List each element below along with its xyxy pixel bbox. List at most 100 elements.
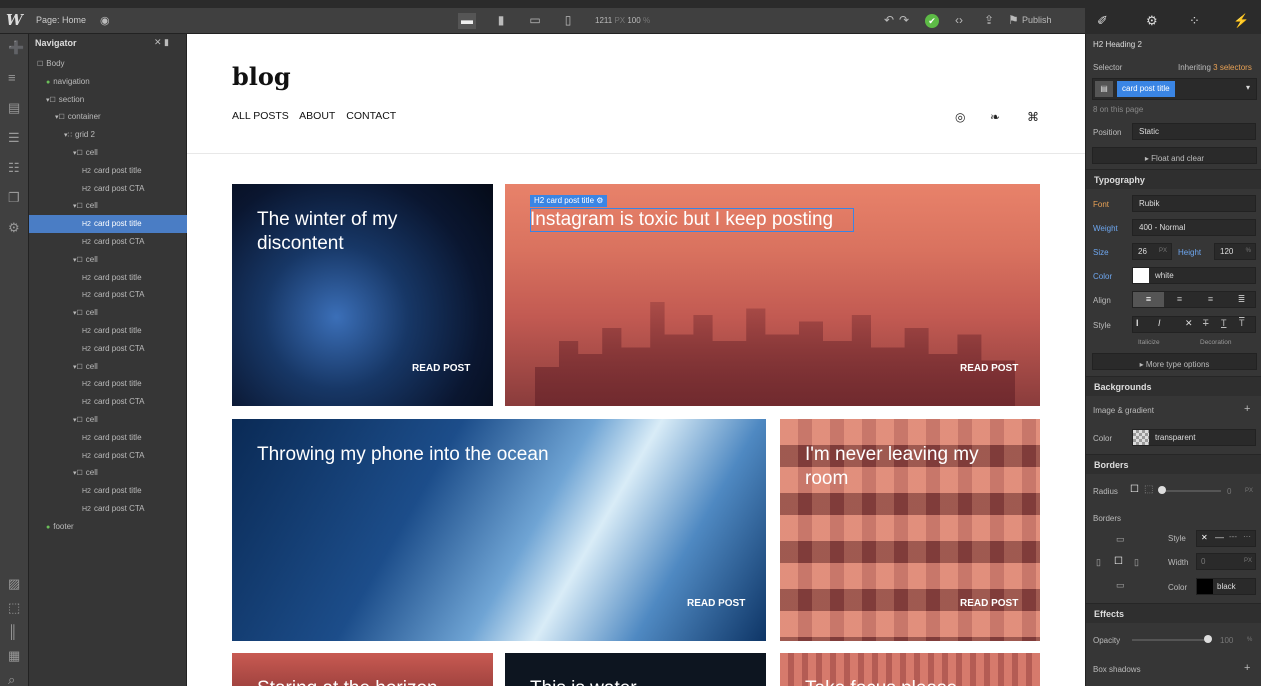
tab-style-brush-icon[interactable]: ✐ <box>1097 13 1108 29</box>
selector-field[interactable]: ▤ card post title ▾ <box>1092 78 1257 100</box>
card-post-cta[interactable]: READ POST <box>960 363 1018 374</box>
navigator-node[interactable]: ▾☐ cell <box>29 251 187 269</box>
navigator-node[interactable]: ▾☐ container <box>29 108 187 126</box>
tab-interactions-bolt-icon[interactable]: ⚡ <box>1233 13 1249 29</box>
border-all-icon[interactable]: ☐ <box>1114 556 1123 567</box>
navigator-node[interactable]: ▾☐ cell <box>29 304 187 322</box>
section-backgrounds[interactable]: Backgrounds <box>1086 376 1261 396</box>
more-type-options-toggle[interactable]: ▸ More type options <box>1092 353 1257 370</box>
strikethrough-icon[interactable]: T <box>1203 318 1209 328</box>
card-post-cta[interactable]: READ POST <box>960 598 1018 609</box>
border-left-icon[interactable]: ▯ <box>1096 557 1101 568</box>
navigator-node[interactable]: H2 card post CTA <box>29 393 187 411</box>
navigator-node[interactable]: ▾☐ cell <box>29 358 187 376</box>
navigator-node[interactable]: H2 card post CTA <box>29 340 187 358</box>
desktop-breakpoint-icon[interactable]: ▬ <box>458 13 476 29</box>
radius-individual-icon[interactable]: ⬚ <box>1144 484 1153 495</box>
post-card[interactable]: Throwing my phone into the ocean READ PO… <box>232 419 766 641</box>
post-card[interactable]: I'm never leaving my room READ POST <box>780 419 1040 641</box>
selected-element-chip[interactable]: H2 card post title ⚙ <box>530 195 608 207</box>
navigator-node[interactable]: H2 card post title <box>29 269 187 287</box>
border-bottom-icon[interactable]: ▭ <box>1116 580 1125 591</box>
card-post-cta[interactable]: READ POST <box>412 363 470 374</box>
decoration-none-icon[interactable]: ✕ <box>1185 318 1193 329</box>
navigator-node[interactable]: ▾☐ cell <box>29 197 187 215</box>
bg-color-swatch[interactable] <box>1133 430 1149 445</box>
tab-settings-gear-icon[interactable]: ⚙ <box>1146 13 1158 29</box>
navigator-node[interactable]: ▾☐ cell <box>29 144 187 162</box>
assets-icon[interactable]: ❐ <box>8 190 20 206</box>
add-box-shadow-icon[interactable]: + <box>1244 662 1250 674</box>
post-card[interactable]: Staring at the horizon <box>232 653 493 686</box>
webflow-logo[interactable]: W <box>6 11 28 31</box>
radius-value[interactable]: 0 <box>1227 487 1231 496</box>
border-right-icon[interactable]: ▯ <box>1134 557 1139 568</box>
navigator-node[interactable]: H2 card post CTA <box>29 180 187 198</box>
radius-all-icon[interactable]: ☐ <box>1130 484 1139 495</box>
cms-icon[interactable]: ☰ <box>8 130 20 146</box>
align-left-icon[interactable]: ≡ <box>1133 292 1164 307</box>
navigator-node[interactable]: ● footer <box>29 518 187 536</box>
border-color-swatch[interactable] <box>1197 579 1213 594</box>
weight-select[interactable]: 400 - Normal <box>1132 219 1256 236</box>
color-swatch[interactable] <box>1133 268 1149 283</box>
navigator-node[interactable]: H2 card post title <box>29 375 187 393</box>
navigator-node[interactable]: ▾∷ grid 2 <box>29 126 187 144</box>
preview-eye-icon[interactable]: ◉ <box>100 14 110 27</box>
navigator-close-pin-icon[interactable]: ✕ ▮ <box>154 37 169 48</box>
section-typography[interactable]: Typography <box>1086 169 1261 189</box>
underline-icon[interactable]: T <box>1221 318 1227 328</box>
site-logo[interactable]: blog <box>232 62 291 91</box>
border-none-icon[interactable]: ✕ <box>1201 533 1208 542</box>
navigator-node[interactable]: ☐ Body <box>29 55 187 73</box>
opacity-slider-handle[interactable] <box>1204 635 1212 643</box>
menu-about[interactable]: ABOUT <box>299 110 335 122</box>
border-color-input[interactable]: black <box>1196 578 1256 595</box>
border-solid-icon[interactable]: — <box>1215 532 1224 542</box>
align-center-icon[interactable]: ≡ <box>1164 292 1195 307</box>
twitter-icon[interactable]: ❧ <box>990 110 1000 124</box>
mobile-portrait-breakpoint-icon[interactable]: ▯ <box>561 13 575 29</box>
border-dashed-icon[interactable]: --- <box>1229 532 1237 541</box>
add-elements-icon[interactable]: ➕ <box>8 40 24 56</box>
tab-style-manager-icon[interactable]: ⁘ <box>1189 13 1200 29</box>
opacity-value[interactable]: 100 <box>1220 636 1233 645</box>
float-clear-toggle[interactable]: ▸ Float and clear <box>1092 147 1257 164</box>
ecommerce-icon[interactable]: ☷ <box>8 160 20 176</box>
italic-off-icon[interactable]: I <box>1136 318 1139 328</box>
card-post-cta[interactable]: READ POST <box>687 598 745 609</box>
tablet-breakpoint-icon[interactable]: ▮ <box>494 13 508 29</box>
guides-icon[interactable]: ║ <box>8 624 17 639</box>
navigator-icon[interactable]: ≡ <box>8 70 16 85</box>
navigator-node[interactable]: H2 card post CTA <box>29 233 187 251</box>
navigator-node[interactable]: ● navigation <box>29 73 187 91</box>
pages-icon[interactable]: ▤ <box>8 100 20 116</box>
export-icon[interactable]: ⇪ <box>984 13 994 27</box>
mobile-landscape-breakpoint-icon[interactable]: ▭ <box>528 13 542 29</box>
navigator-node[interactable]: ▾☐ section <box>29 91 187 109</box>
align-right-icon[interactable]: ≡ <box>1195 292 1226 307</box>
radius-slider-track[interactable] <box>1161 490 1221 492</box>
menu-all-posts[interactable]: ALL POSTS <box>232 110 289 122</box>
navigator-node[interactable]: H2 card post title <box>29 162 187 180</box>
navigator-node[interactable]: ▾☐ cell <box>29 464 187 482</box>
card-post-title[interactable]: I'm never leaving my room <box>805 443 1015 491</box>
selector-dropdown-icon[interactable]: ▾ <box>1246 83 1250 92</box>
menu-contact[interactable]: CONTACT <box>346 110 396 122</box>
color-input[interactable]: white <box>1132 267 1256 284</box>
audit-icon[interactable]: ▦ <box>8 648 20 664</box>
xray-icon[interactable]: ⬚ <box>8 600 20 616</box>
border-top-icon[interactable]: ▭ <box>1116 534 1125 545</box>
card-post-title[interactable]: Staring at the horizon <box>257 677 438 686</box>
publish-button[interactable]: Publish <box>1022 15 1052 25</box>
post-card[interactable]: The winter of my discontent READ POST <box>232 184 493 406</box>
border-dotted-icon[interactable]: ··· <box>1243 532 1251 541</box>
code-icon[interactable]: ‹› <box>955 13 963 27</box>
opacity-slider-track[interactable] <box>1132 639 1208 641</box>
border-width-input[interactable]: 0 PX <box>1196 553 1256 570</box>
align-justify-icon[interactable]: ≣ <box>1226 292 1257 307</box>
section-borders[interactable]: Borders <box>1086 454 1261 474</box>
card-post-title[interactable]: This is water <box>530 677 637 686</box>
bg-color-input[interactable]: transparent <box>1132 429 1256 446</box>
selector-chip[interactable]: card post title <box>1117 81 1175 97</box>
